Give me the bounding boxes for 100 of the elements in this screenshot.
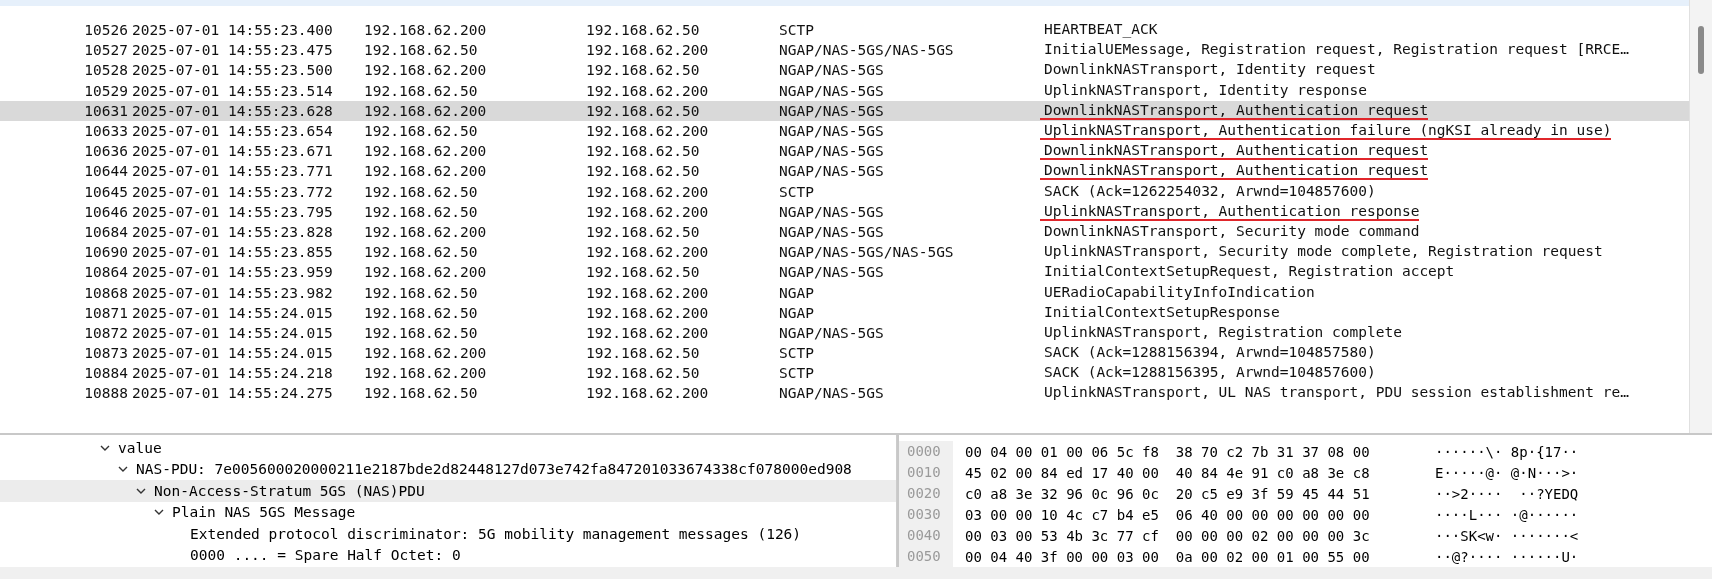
- packet-source: 192.168.62.200: [363, 22, 488, 39]
- packet-destination: 192.168.62.50: [585, 22, 701, 39]
- packet-row[interactable]: 10872 2025-07-01 14:55:24.015 192.168.62.50 192.168.62.200 NGAP/NAS-5GS UplinkNASTransport, Registration complete: [0, 322, 1689, 343]
- packet-row[interactable]: 10633 2025-07-01 14:55:23.654 192.168.62.50 192.168.62.200 NGAP/NAS-5GS UplinkNASTransport, Authentication failure (ngKSI already in use): [0, 120, 1689, 142]
- packet-number: 10526: [83, 22, 128, 39]
- tree-item[interactable]: NAS-PDU: 7e005600020000211e2187bde2d82448127d073e742fa847201033674338cf078000ed908: [0, 458, 896, 481]
- packet-info: SACK (Ack=1262254032, Arwnd=104857600): [1043, 182, 1376, 201]
- packet-info: UplinkNASTransport, UL NAS transport, PDU session establishment re…: [1043, 384, 1629, 403]
- packet-time: 2025-07-01 14:55:23.671: [131, 143, 334, 160]
- packet-destination: 192.168.62.50: [585, 163, 701, 180]
- packet-row[interactable]: 10527 2025-07-01 14:55:23.475 192.168.62.50 192.168.62.200 NGAP/NAS-5GS/NAS-5GS InitialUEMessage, Registration request, Registration request [RRCE…: [0, 40, 1689, 61]
- hex-bytes: 00 04 00 01 00 06 5c f8 38 70 c2 7b 31 37 08 00: [965, 443, 1371, 460]
- packet-source: 192.168.62.200: [363, 264, 488, 281]
- packet-number: 10646: [83, 203, 128, 220]
- packet-destination: 192.168.62.200: [585, 183, 710, 200]
- packet-destination: 192.168.62.50: [585, 264, 701, 281]
- packet-time: 2025-07-01 14:55:24.015: [131, 345, 334, 362]
- packet-protocol: NGAP/NAS-5GS/NAS-5GS: [778, 42, 955, 59]
- packet-number: 10644: [83, 163, 128, 180]
- packet-source: 192.168.62.200: [363, 163, 488, 180]
- packet-time: 2025-07-01 14:55:23.795: [131, 203, 334, 220]
- packet-time: 2025-07-01 14:55:23.500: [131, 62, 334, 79]
- packet-time: 2025-07-01 14:55:23.654: [131, 123, 334, 140]
- packet-row[interactable]: 10684 2025-07-01 14:55:23.828 192.168.62.200 192.168.62.50 NGAP/NAS-5GS DownlinkNASTransport, Security mode command: [0, 221, 1689, 243]
- packet-protocol: NGAP/NAS-5GS: [778, 62, 885, 79]
- hex-bytes: 00 04 40 3f 00 00 03 00 0a 00 02 00 01 00 55 00: [965, 548, 1371, 565]
- packet-source: 192.168.62.50: [363, 203, 479, 220]
- packet-row[interactable]: 10646 2025-07-01 14:55:23.795 192.168.62.50 192.168.62.200 NGAP/NAS-5GS UplinkNASTransport, Authentication response: [0, 201, 1689, 222]
- packet-number: 10690: [83, 244, 128, 261]
- ascii-text: ··>2···· ··?YEDQ: [1435, 485, 1579, 502]
- packet-source: 192.168.62.200: [363, 345, 488, 362]
- packet-number: 10872: [83, 324, 128, 341]
- packet-row[interactable]: 10645 2025-07-01 14:55:23.772 192.168.62.50 192.168.62.200 SCTP SACK (Ack=1262254032, Arwnd=104857600): [0, 181, 1689, 202]
- packet-info: DownlinkNASTransport, Authentication request: [1040, 142, 1429, 161]
- packet-protocol: SCTP: [778, 22, 815, 39]
- hex-offset: 0000: [907, 442, 942, 462]
- packet-time: 2025-07-01 14:55:23.772: [131, 183, 334, 200]
- packet-destination: 192.168.62.50: [585, 62, 701, 79]
- packet-protocol: SCTP: [778, 183, 815, 200]
- packet-source: 192.168.62.50: [363, 42, 479, 59]
- packet-number: 10528: [83, 62, 128, 79]
- packet-time: 2025-07-01 14:55:23.959: [131, 264, 334, 281]
- ascii-text: ······\· 8p·{17··: [1435, 443, 1579, 460]
- packet-destination: 192.168.62.50: [585, 345, 701, 362]
- packet-number: 10873: [83, 345, 128, 362]
- packet-row[interactable]: 10631 2025-07-01 14:55:23.628 192.168.62.200 192.168.62.50 NGAP/NAS-5GS DownlinkNASTransport, Authentication request: [0, 100, 1689, 121]
- packet-source: 192.168.62.50: [363, 284, 479, 301]
- tree-item[interactable]: Plain NAS 5GS Message: [0, 501, 896, 524]
- packet-row[interactable]: 10864 2025-07-01 14:55:23.959 192.168.62.200 192.168.62.50 NGAP/NAS-5GS InitialContextSetupRequest, Registration accept: [0, 262, 1689, 283]
- packet-info: UERadioCapabilityInfoIndication: [1043, 283, 1315, 302]
- packet-protocol: SCTP: [778, 365, 815, 382]
- ascii-text: E·····@· @·N···>·: [1435, 464, 1579, 481]
- packet-time: 2025-07-01 14:55:24.015: [131, 304, 334, 321]
- packet-number: 10645: [83, 183, 128, 200]
- hex-bytes: 03 00 00 10 4c c7 b4 e5 06 40 00 00 00 00 00 00: [965, 506, 1371, 523]
- packet-destination: 192.168.62.200: [585, 244, 710, 261]
- packet-info: UplinkNASTransport, Security mode complete, Registration request: [1043, 243, 1603, 262]
- packet-row[interactable]: 10526 2025-07-01 14:55:23.400 192.168.62.200 192.168.62.50 SCTP HEARTBEAT_ACK: [0, 20, 1689, 41]
- hex-bytes: 00 03 00 53 4b 3c 77 cf 00 00 00 02 00 00 00 3c: [965, 527, 1371, 544]
- packet-row[interactable]: 10873 2025-07-01 14:55:24.015 192.168.62.200 192.168.62.50 SCTP SACK (Ack=1288156394, Arwnd=104857580): [0, 343, 1689, 364]
- packet-row[interactable]: 10529 2025-07-01 14:55:23.514 192.168.62.50 192.168.62.200 NGAP/NAS-5GS UplinkNASTransport, Identity response: [0, 80, 1689, 101]
- packet-info: UplinkNASTransport, Registration complete: [1043, 323, 1402, 342]
- packet-row[interactable]: 10690 2025-07-01 14:55:23.855 192.168.62.50 192.168.62.200 NGAP/NAS-5GS/NAS-5GS UplinkNASTransport, Security mode complete, Registration request: [0, 242, 1689, 263]
- packet-info: UplinkNASTransport, Authentication failure (ngKSI already in use): [1040, 122, 1612, 141]
- packet-row[interactable]: 10884 2025-07-01 14:55:24.218 192.168.62.200 192.168.62.50 SCTP SACK (Ack=1288156395, Arwnd=104857600): [0, 363, 1689, 384]
- packet-protocol: NGAP/NAS-5GS/NAS-5GS: [778, 244, 955, 261]
- tree-item[interactable]: Non-Access-Stratum 5GS (NAS)PDU: [0, 480, 896, 502]
- packet-info: DownlinkNASTransport, Identity request: [1043, 61, 1376, 80]
- hex-bytes: c0 a8 3e 32 96 0c 96 0c 20 c5 e9 3f 59 45 44 51: [965, 485, 1371, 502]
- packet-source: 192.168.62.50: [363, 82, 479, 99]
- packet-source: 192.168.62.200: [363, 62, 488, 79]
- packet-time: 2025-07-01 14:55:23.982: [131, 284, 334, 301]
- packet-destination: 192.168.62.200: [585, 42, 710, 59]
- packet-source: 192.168.62.50: [363, 183, 479, 200]
- packet-destination: 192.168.62.200: [585, 324, 710, 341]
- packet-number: 10636: [83, 143, 128, 160]
- packet-row[interactable]: 10636 2025-07-01 14:55:23.671 192.168.62.200 192.168.62.50 NGAP/NAS-5GS DownlinkNASTransport, Authentication request: [0, 141, 1689, 162]
- packet-source: 192.168.62.200: [363, 365, 488, 382]
- ascii-text: ··@?···· ······U·: [1435, 548, 1579, 565]
- packet-protocol: NGAP/NAS-5GS: [778, 143, 885, 160]
- packet-row[interactable]: 10888 2025-07-01 14:55:24.275 192.168.62.50 192.168.62.200 NGAP/NAS-5GS UplinkNASTransport, UL NAS transport, PDU session establishment re…: [0, 383, 1689, 404]
- packet-number: 10527: [83, 42, 128, 59]
- packet-row[interactable]: 10644 2025-07-01 14:55:23.771 192.168.62.200 192.168.62.50 NGAP/NAS-5GS DownlinkNASTransport, Authentication request: [0, 161, 1689, 182]
- tree-item[interactable]: 0000 .... = Spare Half Octet: 0: [0, 544, 896, 567]
- packet-row[interactable]: 10871 2025-07-01 14:55:24.015 192.168.62.50 192.168.62.200 NGAP InitialContextSetupResponse: [0, 302, 1689, 323]
- packet-source: 192.168.62.50: [363, 385, 479, 402]
- packet-protocol: NGAP/NAS-5GS: [778, 324, 885, 341]
- packet-info: HEARTBEAT_ACK: [1043, 21, 1158, 40]
- packet-source: 192.168.62.200: [363, 143, 488, 160]
- packet-info: SACK (Ack=1288156395, Arwnd=104857600): [1043, 364, 1376, 383]
- packet-protocol: NGAP/NAS-5GS: [778, 123, 885, 140]
- tree-item[interactable]: value: [0, 437, 896, 459]
- packet-row[interactable]: 10528 2025-07-01 14:55:23.500 192.168.62.200 192.168.62.50 NGAP/NAS-5GS DownlinkNASTransport, Identity request: [0, 60, 1689, 81]
- scrollbar[interactable]: [1689, 0, 1712, 434]
- packet-time: 2025-07-01 14:55:23.828: [131, 223, 334, 240]
- packet-info: UplinkNASTransport, Identity response: [1043, 81, 1367, 100]
- packet-row[interactable]: 10868 2025-07-01 14:55:23.982 192.168.62.50 192.168.62.200 NGAP UERadioCapabilityInfoIndication: [0, 282, 1689, 303]
- packet-number: 10864: [83, 264, 128, 281]
- tree-item[interactable]: Extended protocol discriminator: 5G mobility management messages (126): [0, 523, 896, 545]
- hex-offset: 0050: [907, 547, 942, 567]
